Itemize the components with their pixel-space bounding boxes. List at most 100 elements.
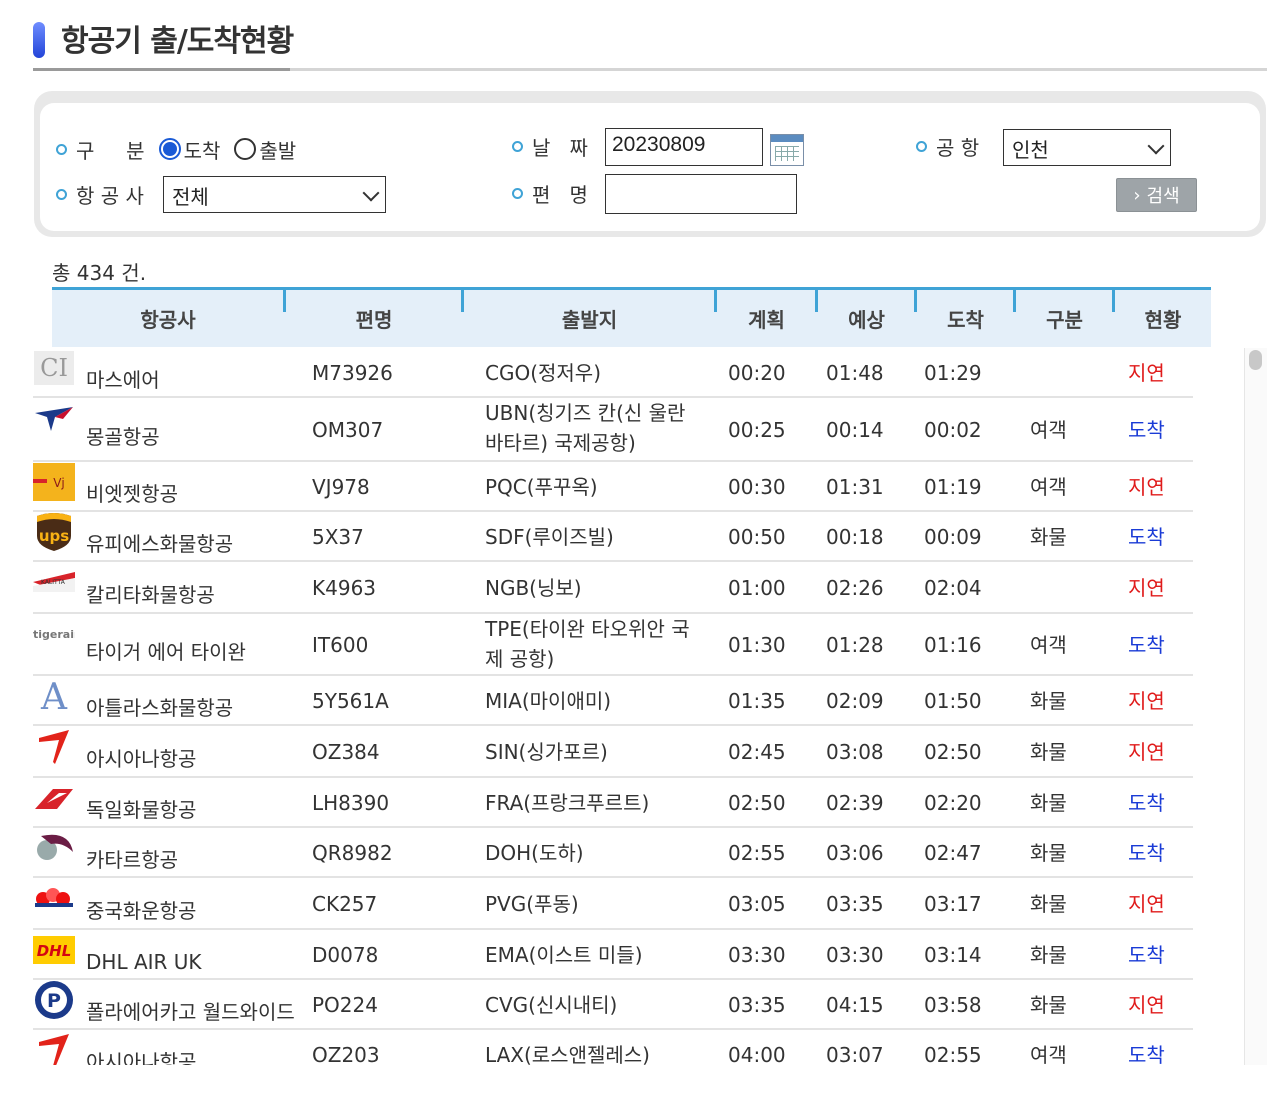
cell-flight: CK257 — [312, 892, 378, 916]
cell-origin: DOH(도하) — [485, 841, 584, 865]
cell-flight: VJ978 — [312, 475, 370, 499]
cell-origin: TPE(타이완 타오위안 국제 공항) — [485, 617, 690, 671]
cell-status: 도착 — [1128, 633, 1165, 657]
cell-actual: 00:02 — [924, 418, 982, 442]
cell-origin: UBN(칭기즈 칸(신 울란 바타르) 국제공항) — [485, 401, 686, 455]
cell-origin: EMA(이스트 미들) — [485, 943, 643, 967]
flight-table-body: CI 마스에어 M73926 CGO(정저우) 00:20 01:48 01:29 지연 몽골항… — [33, 348, 1193, 1065]
total-count: 총 434 건. — [52, 261, 147, 285]
scrollbar-thumb[interactable] — [1249, 350, 1262, 370]
asiana-logo-icon — [33, 1032, 75, 1065]
cell-planned: 01:35 — [728, 689, 786, 713]
china-cargo-logo-icon — [33, 880, 75, 916]
asiana-logo-icon — [33, 728, 75, 764]
cell-planned: 00:25 — [728, 418, 786, 442]
cell-planned: 02:50 — [728, 791, 786, 815]
cell-airline: DHL AIR UK — [86, 950, 202, 974]
airport-select[interactable]: 인천 — [1003, 129, 1171, 166]
table-row[interactable]: A 아틀라스화물항공 5Y561A MIA(마이애미) 01:35 02:09 01:50 화… — [33, 676, 1193, 726]
table-row[interactable]: 몽골항공 OM307 UBN(칭기즈 칸(신 울란 바타르) 국제공항) 00:25 0… — [33, 398, 1193, 462]
table-row[interactable]: 중국화운항공 CK257 PVG(푸동) 03:05 03:35 03:17 화물 지연 — [33, 878, 1193, 930]
col-planned: 계획 — [748, 308, 785, 332]
svg-text:A: A — [40, 677, 68, 715]
cell-planned: 04:00 — [728, 1043, 786, 1065]
cell-flight: D0078 — [312, 943, 379, 967]
cell-planned: 01:30 — [728, 633, 786, 657]
cell-airline: 비엣젯항공 — [86, 482, 178, 506]
cell-actual: 03:17 — [924, 892, 982, 916]
table-row[interactable]: ups 유피에스화물항공 5X37 SDF(루이즈빌) 00:50 00:18 00:09 화… — [33, 512, 1193, 562]
mongolian-logo-icon — [33, 400, 75, 436]
airline-select-value: 전체 — [172, 185, 209, 209]
table-row[interactable]: Vj 비엣젯항공 VJ978 PQC(푸꾸옥) 00:30 01:31 01:19 여객 지연 — [33, 462, 1193, 512]
col-origin: 출발지 — [561, 308, 618, 332]
cell-actual: 02:04 — [924, 576, 982, 600]
cell-expected: 03:08 — [826, 740, 884, 764]
table-row[interactable]: DHL DHL AIR UK D0078 EMA(이스트 미들) 03:30 03:30 0… — [33, 930, 1193, 980]
cell-status: 도착 — [1128, 525, 1165, 549]
flight-input[interactable] — [605, 174, 797, 214]
table-row[interactable]: 카타르항공 QR8982 DOH(도하) 02:55 03:06 02:47 화물 도착 — [33, 828, 1193, 878]
tigerair-logo-icon: tigerair — [33, 616, 75, 652]
chevron-down-icon — [1147, 137, 1165, 155]
calendar-icon[interactable] — [770, 134, 804, 166]
radio-departure[interactable] — [234, 138, 257, 160]
bullet-icon — [512, 187, 523, 199]
bullet-icon — [512, 140, 523, 152]
cell-planned: 01:00 — [728, 576, 786, 600]
cell-expected: 01:31 — [826, 475, 884, 499]
search-button[interactable]: › 검색 — [1116, 178, 1197, 212]
cell-type: 화물 — [1030, 740, 1067, 764]
ups-logo-icon: ups — [33, 513, 75, 551]
col-expected: 예상 — [848, 308, 885, 332]
cell-flight: OZ384 — [312, 740, 380, 764]
cell-actual: 00:09 — [924, 525, 982, 549]
cell-origin: NGB(닝보) — [485, 576, 582, 600]
search-button-label: 검색 — [1146, 186, 1180, 207]
cell-type: 화물 — [1030, 993, 1067, 1017]
cell-type: 여객 — [1030, 633, 1067, 657]
cell-origin: SIN(싱가포르) — [485, 740, 608, 764]
bullet-icon — [916, 140, 927, 152]
cell-expected: 03:06 — [826, 841, 884, 865]
radio-arrival-label[interactable]: 도착 — [184, 135, 221, 164]
table-row[interactable]: P 폴라에어카고 월드와이드 PO224 CVG(신시내티) 03:35 04:15 03:… — [33, 980, 1193, 1030]
col-airline: 항공사 — [140, 308, 196, 332]
col-flight: 편명 — [355, 308, 393, 332]
cell-expected: 02:09 — [826, 689, 884, 713]
cell-expected: 04:15 — [826, 993, 884, 1017]
table-row[interactable]: 아시아나항공 OZ384 SIN(싱가포르) 02:45 03:08 02:50 화물 지연 — [33, 726, 1193, 778]
svg-text:KALITTA: KALITTA — [41, 579, 66, 586]
qatar-logo-icon — [33, 830, 75, 866]
cell-planned: 03:05 — [728, 892, 786, 916]
cell-type: 화물 — [1030, 689, 1067, 713]
cell-origin: PQC(푸꾸옥) — [485, 475, 598, 499]
cell-expected: 03:35 — [826, 892, 884, 916]
cell-flight: LH8390 — [312, 791, 390, 815]
cell-flight: M73926 — [312, 361, 393, 385]
cell-actual: 02:55 — [924, 1043, 982, 1065]
date-input[interactable]: 20230809 — [605, 128, 763, 166]
airline-select[interactable]: 전체 — [163, 176, 386, 213]
table-row[interactable]: KALITTA 칼리타화물항공 K4963 NGB(닝보) 01:00 02:26 02:0… — [33, 562, 1193, 614]
table-row[interactable]: CI 마스에어 M73926 CGO(정저우) 00:20 01:48 01:29 지연 — [33, 348, 1193, 398]
col-type: 구분 — [1046, 308, 1083, 332]
chevron-down-icon — [362, 184, 380, 202]
date-label: 날 짜 — [532, 135, 588, 160]
cell-actual: 02:47 — [924, 841, 982, 865]
cell-status: 지연 — [1128, 892, 1165, 916]
cell-type: 화물 — [1030, 943, 1067, 967]
svg-text:tigerair: tigerair — [33, 628, 75, 641]
cell-actual: 02:20 — [924, 791, 982, 815]
radio-departure-label[interactable]: 출발 — [259, 135, 296, 164]
radio-arrival[interactable] — [158, 138, 181, 160]
table-row[interactable]: tigerair 타이거 에어 타이완 IT600 TPE(타이완 타오위안 국제 공… — [33, 614, 1193, 676]
cell-expected: 03:30 — [826, 943, 884, 967]
table-row[interactable]: 아시아나항공 OZ203 LAX(로스앤젤레스) 04:00 03:07 02:55 여객 도… — [33, 1030, 1193, 1065]
cell-type: 화물 — [1030, 892, 1067, 916]
scrollbar[interactable] — [1244, 348, 1267, 1065]
cell-origin: PVG(푸동) — [485, 892, 579, 916]
table-row[interactable]: 독일화물항공 LH8390 FRA(프랑크푸르트) 02:50 02:39 02:20 화물… — [33, 778, 1193, 828]
cell-airline: 유피에스화물항공 — [86, 532, 234, 556]
cell-planned: 02:55 — [728, 841, 786, 865]
